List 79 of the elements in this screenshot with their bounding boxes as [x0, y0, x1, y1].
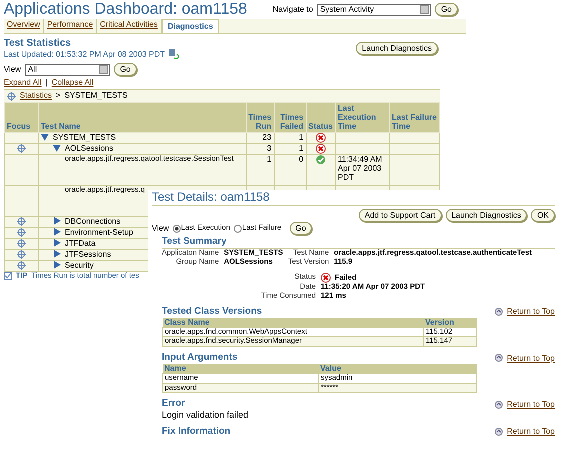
last-updated-text: Last Updated: 01:53:32 PM Apr 08 2003 PDT [4, 50, 165, 59]
tip-icon [4, 272, 12, 280]
column-header: Class Name [162, 318, 424, 328]
column-header: Times Failed [274, 102, 306, 132]
times-failed: 1 [299, 144, 304, 153]
focus-icon[interactable] [17, 228, 26, 238]
refresh-icon[interactable] [169, 49, 179, 60]
triangle-right-icon[interactable] [53, 261, 61, 270]
expand-all-link[interactable]: Expand All [4, 78, 42, 88]
breadcrumb-link[interactable]: Statistics [20, 91, 52, 101]
dialog-button[interactable]: Launch Diagnostics [446, 209, 528, 222]
section-heading: Error [162, 399, 186, 410]
radio-selected-icon[interactable] [173, 224, 182, 233]
view-select[interactable]: All [25, 64, 110, 76]
return-to-top-link[interactable]: Return to Top [507, 307, 555, 317]
go-button[interactable]: Go [435, 3, 458, 16]
column-header: Last Execution Time [336, 102, 390, 132]
return-to-top-icon[interactable] [495, 308, 504, 316]
last-execution-time: 11:34:49 AM Apr 07 2003 PDT [338, 154, 382, 182]
section-heading: Test Statistics [4, 38, 72, 50]
section-heading: Test Summary [162, 237, 555, 250]
tab[interactable]: Overview [4, 18, 44, 33]
return-to-top-icon[interactable] [495, 400, 504, 409]
test-name[interactable]: Security [65, 260, 94, 270]
focus-icon[interactable] [17, 250, 26, 260]
section-heading: Input Arguments [162, 352, 238, 364]
return-to-top-icon[interactable] [495, 428, 504, 436]
triangle-right-icon[interactable] [53, 239, 61, 248]
tab[interactable]: Performance [44, 18, 98, 33]
return-to-top-icon[interactable] [495, 354, 504, 362]
breadcrumb-current: SYSTEM_TESTS [64, 91, 128, 101]
column-header: Times Run [246, 102, 274, 132]
column-header: Value [318, 364, 476, 374]
focus-icon[interactable] [17, 239, 26, 248]
go-button[interactable]: Go [290, 222, 312, 236]
times-run: 1 [267, 154, 272, 164]
triangle-down-icon[interactable] [41, 133, 49, 142]
view-label: View [4, 65, 22, 74]
return-to-top-link[interactable]: Return to Top [507, 354, 555, 364]
times-run: 23 [262, 132, 272, 142]
navigate-label: Navigate to [272, 5, 314, 14]
page-title: Applications Dashboard: oam1158 [4, 1, 248, 19]
focus-icon[interactable] [17, 261, 26, 270]
focus-icon[interactable] [17, 217, 26, 226]
triangle-right-icon[interactable] [53, 250, 61, 258]
navigate-select[interactable]: System Activity [317, 4, 432, 16]
focus-icon[interactable] [7, 92, 16, 101]
go-button[interactable]: Go [114, 63, 137, 76]
dialog-title: Test Details: oam1158 [152, 191, 555, 206]
return-to-top-link[interactable]: Return to Top [507, 427, 555, 437]
test-name[interactable]: AOLSessions [65, 144, 114, 153]
triangle-right-icon[interactable] [53, 228, 61, 236]
error-message: Login validation failed [162, 410, 250, 421]
column-header: Focus [4, 102, 38, 132]
triangle-down-icon[interactable] [53, 144, 61, 152]
column-header: Version [424, 318, 476, 328]
separator: | [46, 78, 48, 88]
test-name[interactable]: JTFSessions [65, 250, 112, 259]
triangle-right-icon[interactable] [53, 217, 61, 226]
view-label: View [152, 224, 170, 234]
dialog-button[interactable]: OK [531, 209, 555, 222]
section-heading: Tested Class Versions [162, 306, 262, 318]
radio-icon[interactable] [234, 224, 242, 233]
return-to-top-link[interactable]: Return to Top [507, 400, 555, 410]
column-header: Status [306, 102, 336, 132]
section-heading: Fix Information [162, 426, 231, 438]
column-header: Name [162, 364, 318, 374]
launch-diagnostics-button[interactable]: Launch Diagnostics [356, 42, 438, 55]
times-run: 3 [267, 144, 272, 153]
tab[interactable]: Diagnostics [162, 18, 220, 33]
test-name[interactable]: JTFData [65, 238, 96, 248]
collapse-all-link[interactable]: Collapse All [52, 78, 94, 88]
column-header: Test Name [38, 102, 246, 132]
column-header: Last Failure Time [390, 102, 440, 132]
times-failed: 1 [299, 132, 304, 142]
times-failed: 0 [299, 154, 304, 164]
dialog-button[interactable]: Add to Support Cart [358, 209, 442, 222]
breadcrumb-separator: > [56, 91, 61, 101]
focus-icon[interactable] [17, 144, 26, 154]
